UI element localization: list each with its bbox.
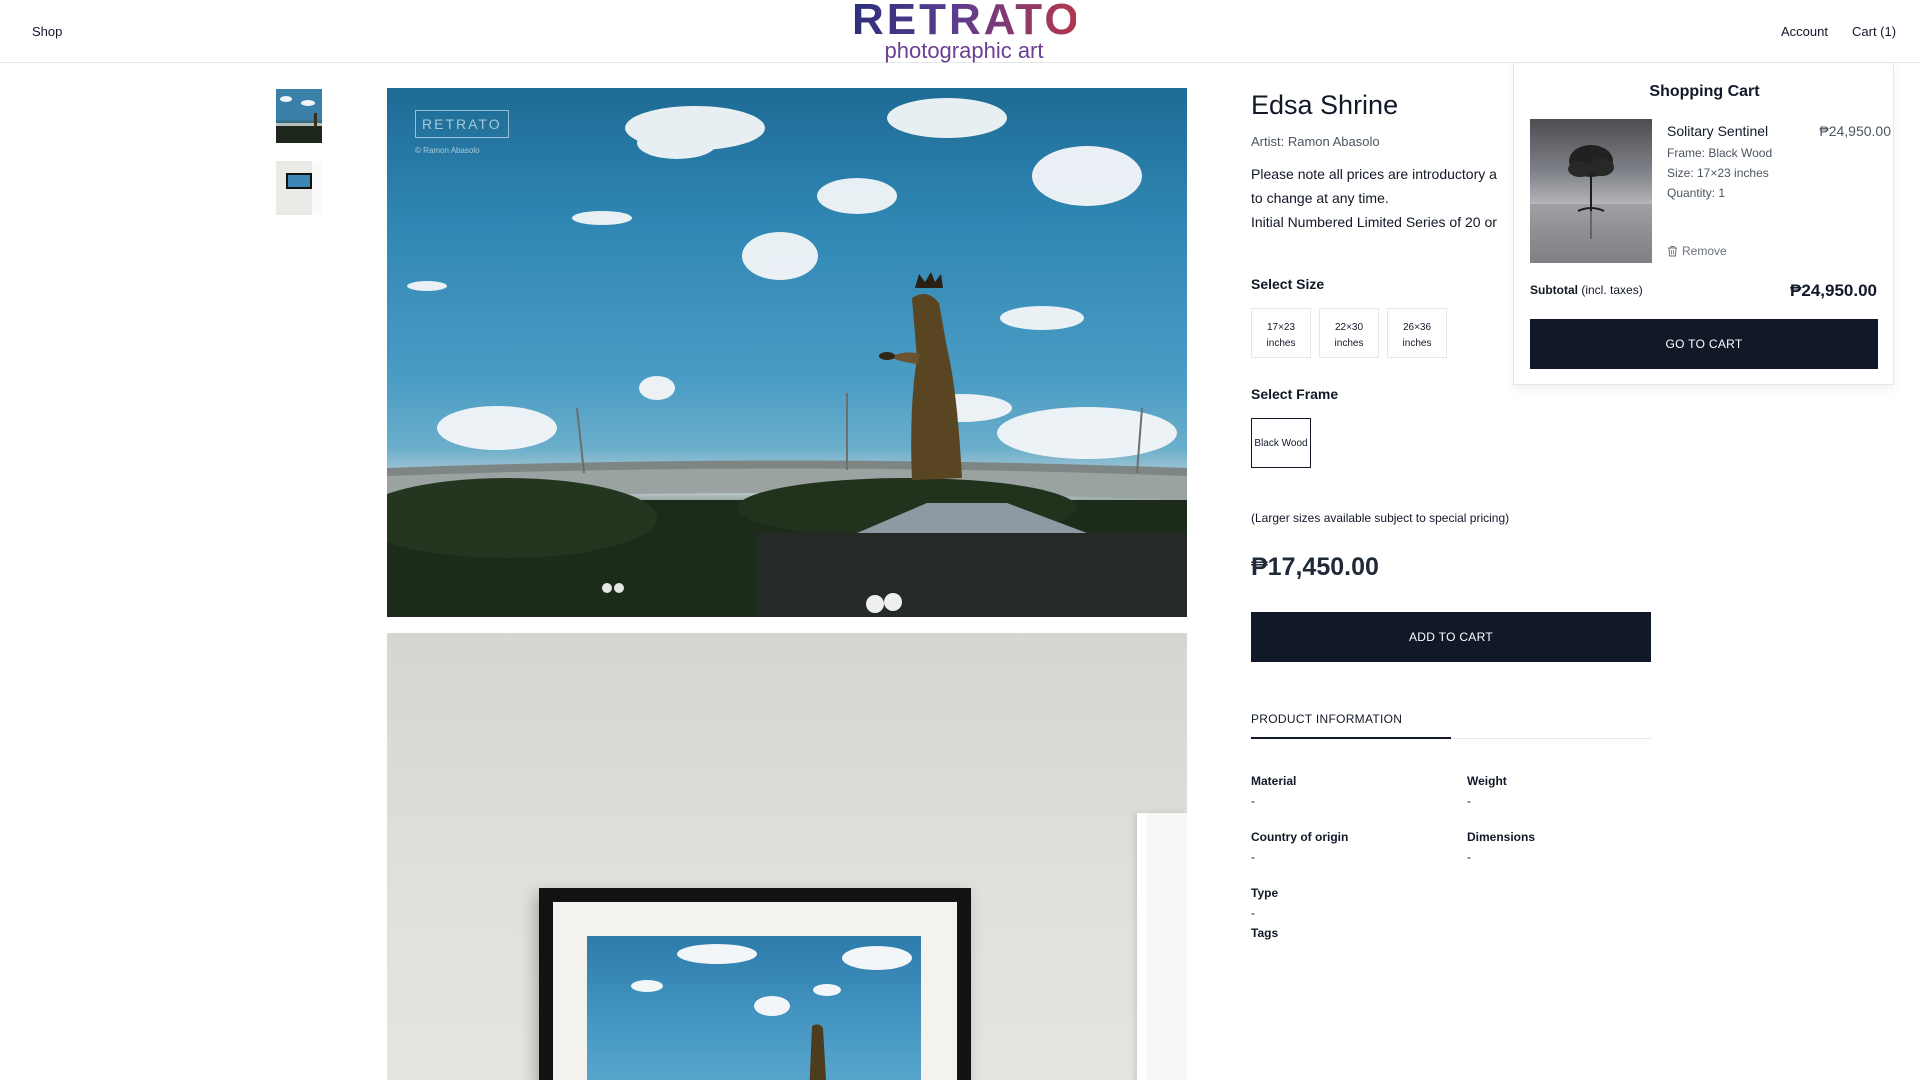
thumbnail-mockup-frame (286, 173, 312, 189)
product-description: Please note all prices are introductory … (1251, 162, 1515, 234)
description-line: Please note all prices are introductory … (1251, 166, 1497, 182)
tab-product-information[interactable]: PRODUCT INFORMATION (1251, 712, 1451, 739)
size-option-dimensions: 26×36 (1402, 322, 1432, 333)
attr-material-value: - (1251, 794, 1255, 808)
remove-label: Remove (1682, 244, 1727, 258)
thumbnail-mockup[interactable] (276, 161, 322, 215)
attr-origin-value: - (1251, 850, 1255, 864)
cart-subtotal-label: Subtotal (incl. taxes) (1530, 283, 1643, 297)
attr-material-label: Material (1251, 774, 1297, 788)
description-line: to change at any time. (1251, 190, 1389, 206)
thumbnail-artwork[interactable] (276, 89, 322, 143)
mockup-artwork-image (631, 944, 912, 1080)
size-option-unit: inches (1266, 338, 1296, 349)
go-to-cart-button[interactable]: GO TO CART (1530, 319, 1878, 369)
select-size-label: Select Size (1251, 276, 1325, 292)
mockup-window (1137, 813, 1187, 1080)
select-frame-label: Select Frame (1251, 386, 1339, 402)
size-option-dimensions: 22×30 (1334, 322, 1364, 333)
watermark-title: RETRATO (415, 110, 509, 138)
cart-item-size: Size: 17×23 inches (1667, 166, 1769, 180)
cart-item-remove-button[interactable]: Remove (1667, 244, 1727, 258)
description-line: Initial Numbered Limited Series of 20 or (1251, 214, 1497, 230)
attr-origin-label: Country of origin (1251, 830, 1349, 844)
photo-watermark: RETRATO © Ramon Abasolo (415, 110, 509, 155)
cart-subtotal-value: ₱24,950.00 (1790, 281, 1877, 300)
mockup-picture-frame (539, 888, 971, 1080)
frame-option-black-wood[interactable]: Black Wood (1251, 418, 1311, 468)
edsa-shrine-photo (387, 98, 1187, 617)
product-title: Edsa Shrine (1251, 90, 1399, 120)
attr-dimensions-value: - (1467, 850, 1471, 864)
product-room-mockup-image[interactable] (387, 633, 1187, 1080)
attr-type-label: Type (1251, 886, 1279, 900)
add-to-cart-button[interactable]: ADD TO CART (1251, 612, 1651, 662)
attr-weight-label: Weight (1467, 774, 1507, 788)
solitary-sentinel-photo (1530, 145, 1652, 263)
size-option-26x36[interactable]: 26×36 inches (1387, 308, 1447, 358)
cart-item-quantity: Quantity: 1 (1667, 186, 1726, 200)
size-option-17x23[interactable]: 17×23 inches (1251, 308, 1311, 358)
size-option-dimensions: 17×23 (1266, 322, 1296, 333)
trash-icon (1668, 246, 1677, 257)
watermark-credit: © Ramon Abasolo (415, 146, 480, 155)
product-main-image[interactable]: RETRATO © Ramon Abasolo (387, 88, 1187, 617)
size-option-22x30[interactable]: 22×30 inches (1319, 308, 1379, 358)
logo-wordmark: RETRATO (852, 0, 1082, 44)
attr-dimensions-label: Dimensions (1467, 830, 1536, 844)
product-price: ₱17,450.00 (1251, 553, 1379, 581)
thumbnail-mockup-window (312, 161, 322, 215)
cart-drawer-title: Shopping Cart (1649, 83, 1760, 100)
cart-item-image[interactable] (1530, 119, 1652, 263)
cart-item-price: ₱24,950.00 (1819, 123, 1891, 139)
nav-account-link[interactable]: Account (1781, 24, 1828, 39)
shopping-cart-drawer: Shopping Cart Solitary Sentinel ₱24,950.… (1513, 63, 1894, 385)
product-artist: Artist: Ramon Abasolo (1251, 134, 1380, 149)
cart-item-frame: Frame: Black Wood (1667, 146, 1773, 160)
logo-tagline: photographic art (884, 38, 1044, 63)
larger-sizes-note: (Larger sizes available subject to speci… (1251, 511, 1510, 525)
tab-divider (1451, 738, 1651, 739)
attr-weight-value: - (1467, 794, 1471, 808)
mockup-mat (553, 902, 957, 1080)
mockup-artwork (587, 936, 921, 1080)
cart-item-name[interactable]: Solitary Sentinel (1667, 123, 1768, 139)
site-header: Shop RETRATO photographic art Account Ca… (0, 0, 1920, 63)
nav-shop-link[interactable]: Shop (32, 24, 62, 39)
nav-cart-link[interactable]: Cart (1) (1852, 24, 1896, 39)
subtotal-label-text: Subtotal (1530, 283, 1578, 297)
size-option-unit: inches (1334, 338, 1364, 349)
attr-tags-label: Tags (1251, 926, 1279, 940)
attr-type-value: - (1251, 906, 1255, 920)
thumbnail-artwork-image (276, 96, 322, 143)
size-option-unit: inches (1402, 338, 1432, 349)
subtotal-tax-note: (incl. taxes) (1581, 283, 1643, 297)
site-logo[interactable]: RETRATO photographic art (852, 0, 1082, 63)
